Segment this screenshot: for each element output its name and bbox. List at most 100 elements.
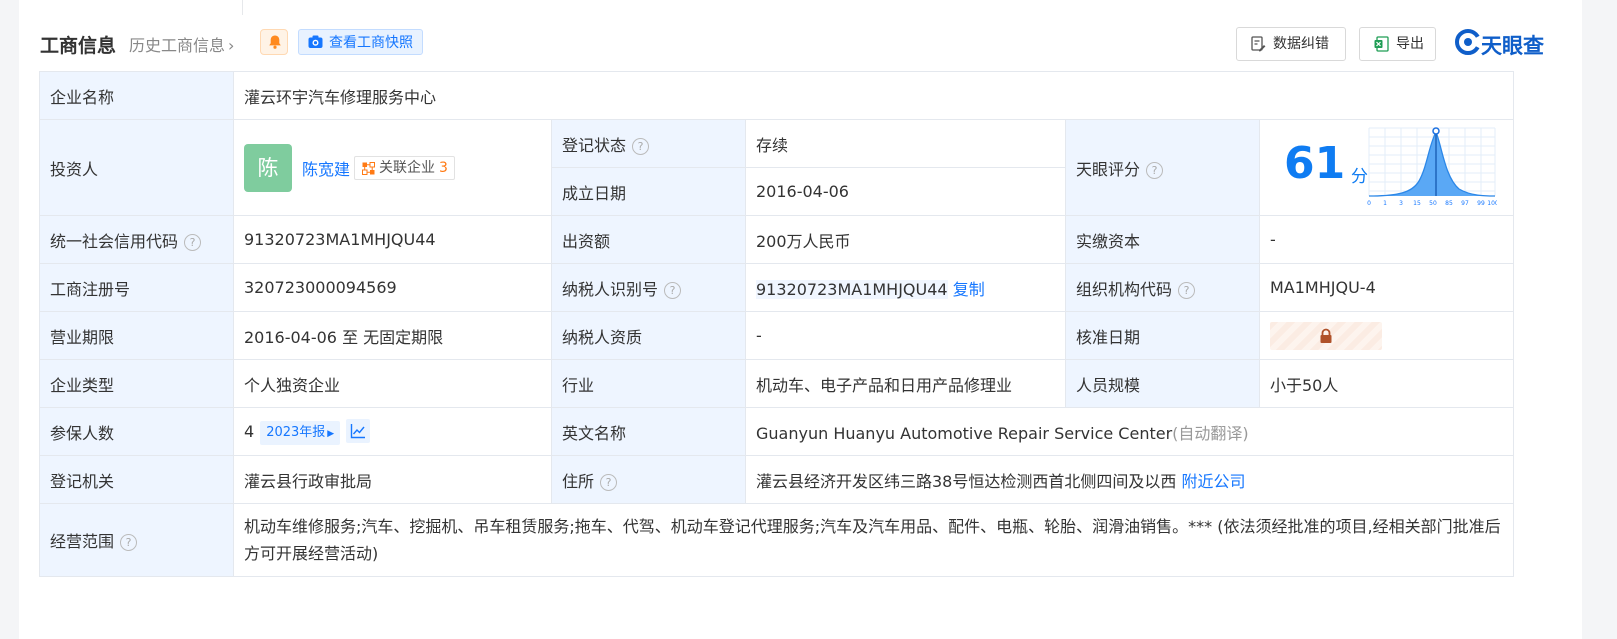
help-icon[interactable]: ? (632, 137, 650, 155)
tax-qual-label: 纳税人资质 (551, 311, 746, 360)
credit-code-label: 统一社会信用代码? (39, 215, 234, 264)
founded-label: 成立日期 (551, 167, 746, 216)
org-code-label: 组织机构代码? (1065, 263, 1260, 312)
score-tick-label: 1 (1383, 200, 1387, 207)
credit-code-value: 91320723MA1MHJQU44 (233, 215, 552, 264)
bell-icon (269, 35, 281, 49)
section-title: 工商信息 (40, 35, 117, 57)
related-companies-label: 关联企业 (379, 159, 436, 176)
trend-chart-button[interactable] (346, 418, 371, 443)
history-info-label: 历史工商信息 (129, 36, 226, 55)
founded-value: 2016-04-06 (745, 167, 1066, 216)
table-row: 统一社会信用代码? 91320723MA1MHJQU44 出资额 200万人民币… (39, 215, 1515, 264)
table-row: 企业类型 个人独资企业 行业 机动车、电子产品和日用产品修理业 人员规模 小于5… (39, 359, 1515, 408)
lock-icon (1320, 328, 1332, 343)
industry-label: 行业 (551, 359, 746, 408)
credit-code-label-text: 统一社会信用代码 (50, 231, 179, 251)
en-name-label: 英文名称 (551, 407, 746, 456)
section-header: 工商信息 历史工商信息 › 查看工商快照 数据纠错 导出 天眼查 (40, 27, 1562, 61)
reg-no-label: 工商注册号 (39, 263, 234, 312)
line-chart-icon (351, 423, 366, 438)
tax-id-label-text: 纳税人识别号 (562, 279, 659, 299)
authority-label: 登记机关 (39, 455, 234, 504)
investor-name-link[interactable]: 陈宽建 (302, 156, 350, 180)
help-icon[interactable]: ? (1146, 161, 1164, 179)
annual-report-tag[interactable]: 2023年报 ▶ (260, 420, 341, 445)
copy-link[interactable]: 复制 (953, 280, 985, 299)
reg-no-value: 320723000094569 (233, 263, 552, 312)
history-info-link[interactable]: 历史工商信息 › (129, 32, 234, 56)
help-icon[interactable]: ? (664, 281, 682, 299)
company-name-label: 企业名称 (39, 71, 234, 120)
table-row: 投资人 陈陈宽建 关联企业 3 登记状态? 存续 天眼评分? 61 分 0 1 3 15 5… (39, 119, 1515, 216)
logo-mark-icon (1455, 29, 1481, 55)
view-snapshot-label: 查看工商快照 (329, 35, 413, 51)
insured-label: 参保人数 (39, 407, 234, 456)
tianyancha-logo: 天眼查 (1455, 29, 1555, 58)
table-row: 工商注册号 320723000094569 纳税人识别号? 91320723MA… (39, 263, 1515, 312)
score-distribution-chart: 0 1 3 15 50 85 97 99100 (1367, 127, 1497, 207)
score-label-text: 天眼评分 (1076, 159, 1141, 179)
auto-translate-note: (自动翻译) (1172, 423, 1249, 443)
follow-bell-button[interactable] (260, 29, 288, 55)
help-icon[interactable]: ? (184, 233, 202, 251)
score-value[interactable]: 61 分 0 1 3 15 50 85 97 99100 (1258, 119, 1515, 216)
tax-qual-value: - (745, 311, 1066, 360)
tax-id-value: 91320723MA1MHJQU44 复制 (745, 263, 1066, 312)
camera-icon (308, 35, 323, 48)
caret-right-icon: ▶ (327, 428, 335, 439)
tab-divider (242, 0, 243, 15)
score-tick-label: 15 (1413, 200, 1421, 207)
reg-status-value: 存续 (745, 119, 1066, 168)
excel-icon (1374, 36, 1389, 52)
paid-capital-label: 实缴资本 (1065, 215, 1260, 264)
view-snapshot-button[interactable]: 查看工商快照 (298, 29, 423, 55)
help-icon[interactable]: ? (600, 473, 618, 491)
approve-date-value (1258, 311, 1515, 360)
company-name-value: 灌云环宇汽车修理服务中心 (232, 71, 1515, 120)
export-button[interactable]: 导出 (1359, 27, 1436, 61)
related-companies-tag[interactable]: 关联企业 3 (354, 155, 455, 180)
capital-value: 200万人民币 (745, 215, 1066, 264)
org-code-label-text: 组织机构代码 (1076, 279, 1173, 299)
staff-value: 小于50人 (1258, 359, 1515, 408)
scope-label-text: 经营范围 (50, 532, 115, 551)
score-tick-label: 85 (1445, 200, 1453, 207)
table-row: 经营范围? 机动车维修服务;汽车、挖掘机、吊车租赁服务;拖车、代驾、机动车登记代… (39, 503, 1515, 577)
investor-label: 投资人 (39, 119, 234, 216)
address-value: 灌云县经济开发区纬三路38号恒达检测西首北侧四间及以西 附近公司 (744, 455, 1515, 504)
business-info-table: 企业名称 灌云环宇汽车修理服务中心 投资人 陈陈宽建 关联企业 3 登记状态? 存续… (39, 71, 1515, 577)
table-row: 营业期限 2016-04-06 至 无固定期限 纳税人资质 - 核准日期 (39, 311, 1515, 360)
en-name-text: Guanyun Huanyu Automotive Repair Service… (756, 423, 1173, 443)
tax-id-label: 纳税人识别号? (551, 263, 746, 312)
type-label: 企业类型 (39, 359, 234, 408)
score-label: 天眼评分? (1065, 119, 1260, 216)
export-label: 导出 (1396, 36, 1424, 52)
chevron-right-icon: › (228, 36, 235, 55)
avatar[interactable]: 陈 (244, 143, 292, 192)
help-icon[interactable]: ? (1178, 281, 1196, 299)
capital-label: 出资额 (551, 215, 746, 264)
related-companies-count: 3 (439, 159, 448, 176)
help-icon[interactable]: ? (120, 534, 138, 551)
insured-value: 4 2023年报 ▶ (233, 407, 552, 456)
nearby-companies-link[interactable]: 附近公司 (1181, 472, 1245, 491)
top-tab-strip (19, 0, 1582, 16)
reg-status-label-text: 登记状态 (562, 135, 627, 155)
approve-date-label: 核准日期 (1065, 311, 1260, 360)
vip-locked-field[interactable] (1270, 321, 1382, 350)
edit-doc-icon (1251, 36, 1266, 52)
data-correction-button[interactable]: 数据纠错 (1236, 27, 1346, 61)
insured-count: 4 (244, 421, 255, 441)
staff-label: 人员规模 (1065, 359, 1260, 408)
type-value: 个人独资企业 (233, 359, 552, 408)
paid-capital-value: - (1258, 215, 1515, 264)
score-tick-label: 3 (1399, 200, 1403, 207)
table-row: 登记机关 灌云县行政审批局 住所? 灌云县经济开发区纬三路38号恒达检测西首北侧… (39, 455, 1515, 504)
tax-id-text: 91320723MA1MHJQU44 (756, 279, 948, 299)
en-name-value: Guanyun Huanyu Automotive Repair Service… (744, 407, 1515, 456)
score-tick-label: 100 (1487, 200, 1497, 207)
annual-report-label: 2023年报 (266, 424, 326, 440)
term-label: 营业期限 (39, 311, 234, 360)
score-tick-label: 99 (1477, 200, 1485, 207)
